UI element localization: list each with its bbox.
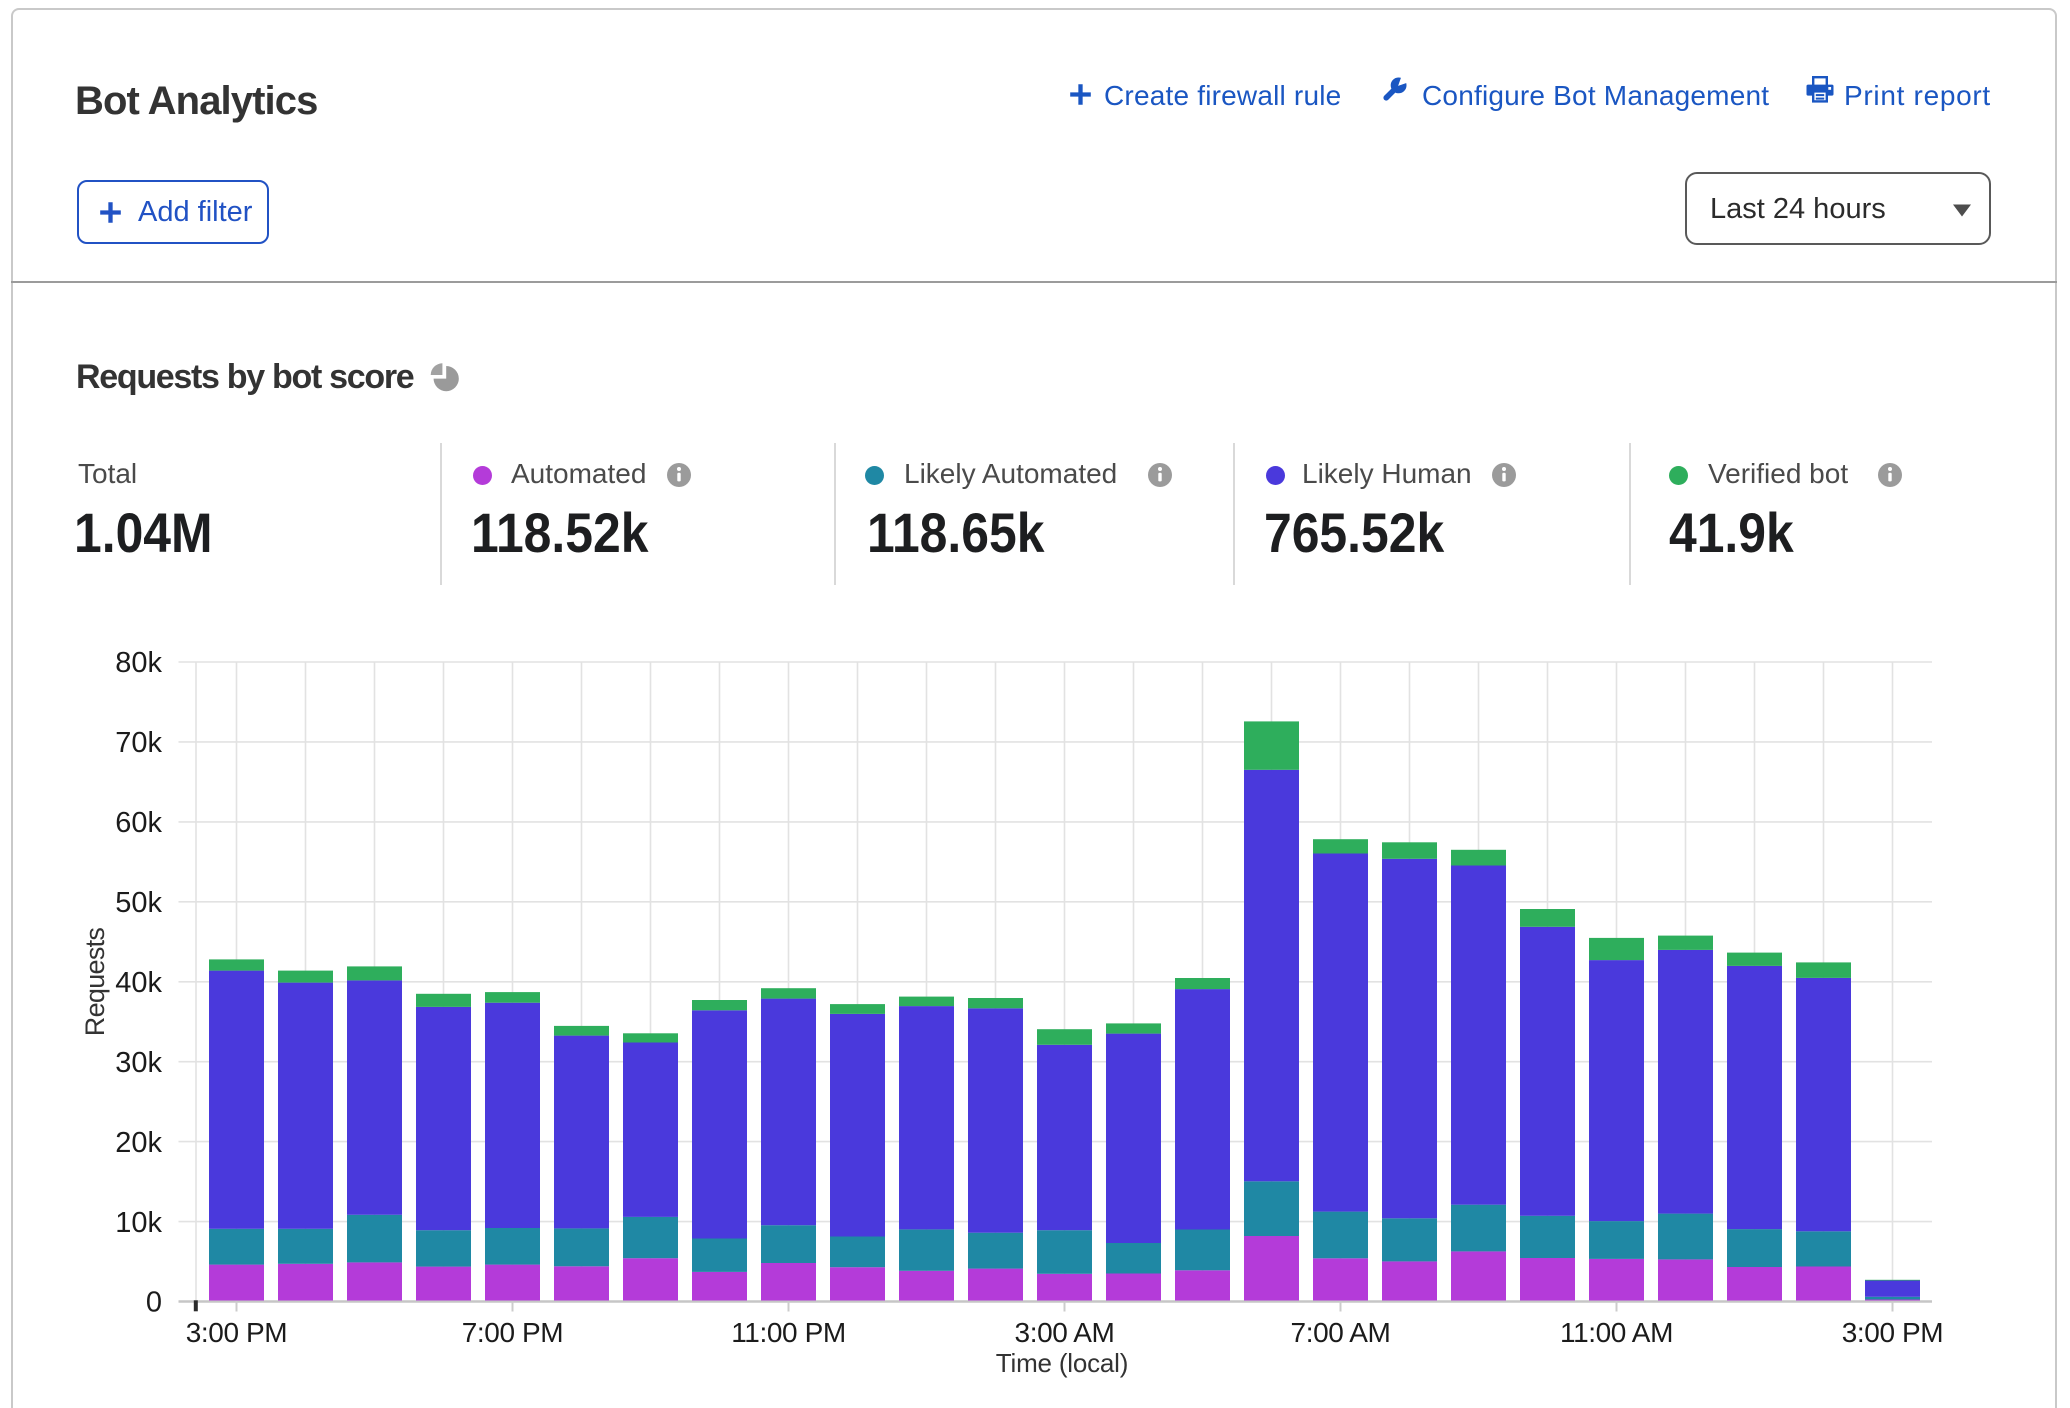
svg-text:50k: 50k <box>115 887 162 919</box>
svg-text:Requests: Requests <box>80 928 110 1037</box>
svg-text:60k: 60k <box>115 807 162 839</box>
svg-text:3:00 PM: 3:00 PM <box>1842 1317 1943 1348</box>
svg-text:11:00 AM: 11:00 AM <box>1560 1317 1673 1348</box>
svg-text:80k: 80k <box>115 647 162 679</box>
svg-text:7:00 PM: 7:00 PM <box>462 1317 563 1348</box>
svg-text:70k: 70k <box>115 727 162 759</box>
svg-text:7:00 AM: 7:00 AM <box>1291 1317 1391 1348</box>
svg-text:20k: 20k <box>115 1127 162 1159</box>
svg-text:40k: 40k <box>115 967 162 999</box>
svg-text:Time (local): Time (local) <box>996 1348 1128 1378</box>
svg-text:0: 0 <box>146 1287 162 1319</box>
svg-text:10k: 10k <box>115 1207 162 1239</box>
svg-text:11:00 PM: 11:00 PM <box>731 1317 846 1348</box>
svg-text:30k: 30k <box>115 1047 162 1079</box>
svg-text:3:00 AM: 3:00 AM <box>1015 1317 1115 1348</box>
svg-text:3:00 PM: 3:00 PM <box>186 1317 287 1348</box>
